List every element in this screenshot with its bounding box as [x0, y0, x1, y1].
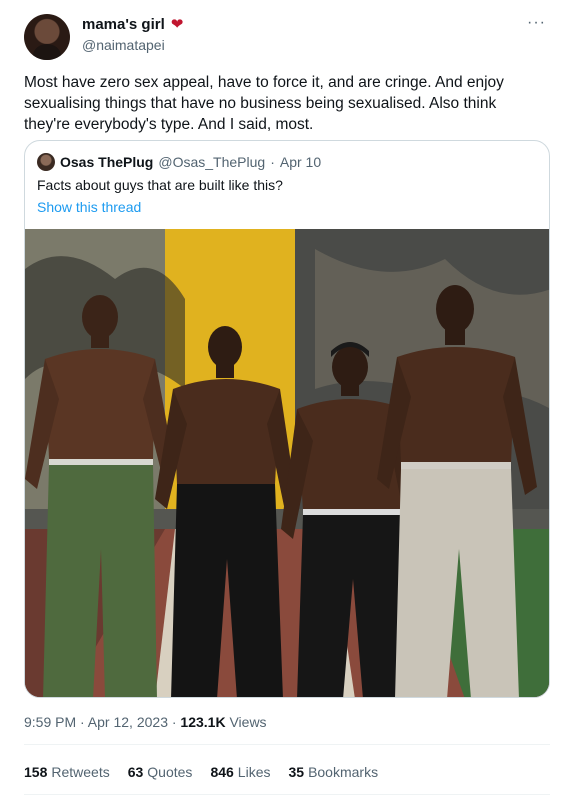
author-avatar[interactable]: [24, 14, 70, 60]
quote-avatar: [37, 153, 55, 171]
likes-stat[interactable]: 846 Likes: [210, 764, 270, 780]
show-thread-link[interactable]: Show this thread: [37, 199, 141, 215]
engagement-stats: 158 Retweets 63 Quotes 846 Likes 35 Bookmark…: [24, 764, 378, 780]
quote-date: Apr 10: [279, 154, 322, 170]
more-icon[interactable]: ···: [527, 14, 546, 32]
views-count: 123.1K: [180, 714, 226, 730]
bookmarks-stat[interactable]: 35 Bookmarks: [288, 764, 378, 780]
author-handle[interactable]: @naimatapei: [82, 37, 165, 53]
quote-separator: ·: [270, 154, 275, 170]
quotes-stat[interactable]: 63 Quotes: [128, 764, 193, 780]
author-display-name[interactable]: mama's girl: [82, 16, 165, 33]
quote-author-name: Osas ThePlug: [60, 154, 154, 170]
quote-author-handle: @Osas_ThePlug: [158, 154, 266, 170]
views-label: Views: [225, 714, 267, 730]
heart-icon: ❤: [170, 16, 184, 33]
retweets-stat[interactable]: 158 Retweets: [24, 764, 110, 780]
quote-photo[interactable]: [25, 229, 550, 698]
quoted-tweet[interactable]: Osas ThePlug @Osas_ThePlug · Apr 10 Fact…: [24, 140, 550, 698]
author-name-row: mama's girl ❤: [82, 16, 183, 33]
tweet-text: Most have zero sex appeal, have to force…: [24, 74, 504, 133]
quote-header: Osas ThePlug @Osas_ThePlug · Apr 10: [37, 153, 321, 171]
tweet-timestamp[interactable]: 9:59 PM · Apr 12, 2023 ·: [24, 714, 180, 730]
divider: [24, 794, 550, 795]
tweet: mama's girl ❤ @naimatapei ··· Most have …: [0, 0, 568, 800]
tweet-meta: 9:59 PM · Apr 12, 2023 · 123.1K Views: [24, 714, 267, 730]
quote-text: Facts about guys that are built like thi…: [37, 177, 283, 193]
divider: [24, 744, 550, 745]
